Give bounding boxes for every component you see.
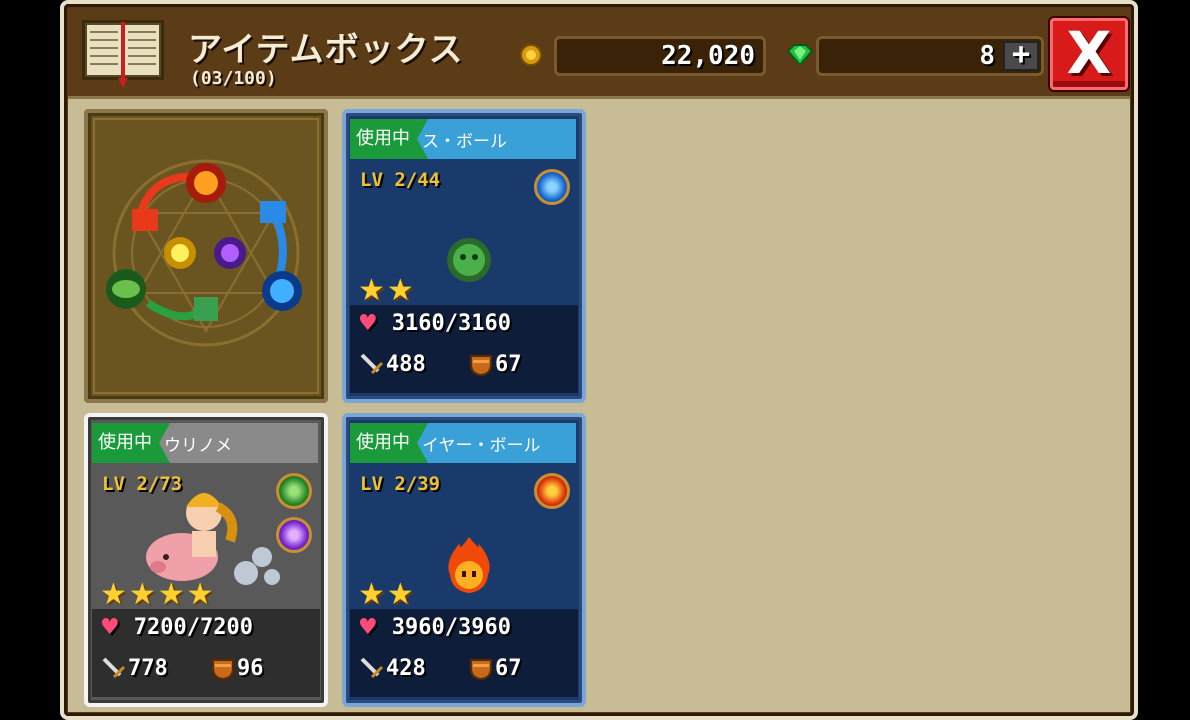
- monster-card[interactable]: ウリノメ 使用中 LV 2/73 ★★★★ ♥ 7200/7200 778 96: [84, 413, 328, 707]
- in-use-badge: 使用中: [350, 423, 428, 463]
- hp-value: 3960/3960: [391, 615, 511, 640]
- attack-defense-row: 778 96: [100, 655, 264, 681]
- defense-value: 96: [237, 656, 264, 681]
- header-bar: アイテムボックス (03/100) 22,020 8 + X: [68, 8, 1130, 96]
- attack-value: 488: [386, 352, 426, 377]
- attack-value: 778: [128, 656, 168, 681]
- element-affinity-chart: [84, 109, 328, 403]
- shield-icon: [212, 659, 234, 680]
- blue-fist-icon: [260, 201, 286, 223]
- monster-name: イヤー・ボール: [422, 436, 541, 456]
- heart-icon: ♥: [358, 311, 378, 336]
- card-name-bar: ス・ボール 使用中: [350, 119, 576, 159]
- hp-value: 7200/7200: [133, 615, 253, 640]
- card-stats: ♥ 3960/3960 428 67: [350, 609, 578, 697]
- shield-icon: [470, 659, 492, 680]
- card-name-bar: ウリノメ 使用中: [92, 423, 318, 463]
- sword-icon: [360, 657, 384, 679]
- shield-icon: [470, 355, 492, 376]
- hp-row: ♥ 3960/3960: [358, 615, 511, 640]
- book-icon: [82, 20, 164, 88]
- card-stats: ♥ 3160/3160 488 67: [350, 305, 578, 393]
- leaf-element-icon: [276, 473, 312, 509]
- heart-icon: ♥: [358, 615, 378, 640]
- monster-card[interactable]: イヤー・ボール 使用中 LV 2/39 ★★ ♥ 3960/3960 428 67: [342, 413, 586, 707]
- water-element-icon: [534, 169, 570, 205]
- sword-icon: [102, 657, 126, 679]
- page-title: アイテムボックス: [188, 30, 464, 70]
- red-fist-icon: [132, 209, 158, 231]
- gem-counter: 8 +: [816, 36, 1044, 76]
- gem-icon: [786, 44, 814, 66]
- hp-row: ♥ 7200/7200: [100, 615, 253, 640]
- dark-element-icon: [276, 517, 312, 553]
- monster-name: ウリノメ: [164, 436, 232, 456]
- sword-icon: [360, 353, 384, 375]
- coin-counter: 22,020: [554, 36, 766, 76]
- close-button[interactable]: X: [1050, 18, 1128, 90]
- hp-value: 3160/3160: [391, 311, 511, 336]
- rarity-stars: ★★★★: [100, 577, 216, 612]
- monster-card[interactable]: ス・ボール 使用中 LV 2/44 ★★ ♥ 3160/3160 488 67: [342, 109, 586, 403]
- monster-level: LV 2/73: [102, 473, 183, 495]
- item-capacity: (03/100): [190, 68, 277, 89]
- monster-sprite: [447, 238, 491, 282]
- add-gems-button[interactable]: +: [1003, 40, 1039, 71]
- heart-icon: ♥: [100, 615, 120, 640]
- attack-defense-row: 428 67: [358, 655, 522, 681]
- coin-amount: 22,020: [661, 41, 755, 71]
- attack-value: 428: [386, 656, 426, 681]
- coin-icon: [520, 44, 542, 66]
- monster-level: LV 2/39: [360, 473, 441, 495]
- defense-value: 67: [495, 656, 522, 681]
- fire-element-icon: [534, 473, 570, 509]
- attack-defense-row: 488 67: [358, 351, 522, 377]
- item-grid: ス・ボール 使用中 LV 2/44 ★★ ♥ 3160/3160 488 67: [68, 96, 1130, 712]
- hp-row: ♥ 3160/3160: [358, 311, 511, 336]
- in-use-badge: 使用中: [350, 119, 428, 159]
- rarity-stars: ★★: [358, 273, 416, 308]
- item-box-window: アイテムボックス (03/100) 22,020 8 + X ス・ボール 使用中…: [60, 0, 1138, 720]
- gem-amount: 8: [979, 41, 995, 71]
- green-fist-icon: [194, 297, 218, 321]
- card-name-bar: イヤー・ボール 使用中: [350, 423, 576, 463]
- element-circle-diagram: [93, 118, 319, 394]
- defense-value: 67: [495, 352, 522, 377]
- rarity-stars: ★★: [358, 577, 416, 612]
- card-stats: ♥ 7200/7200 778 96: [92, 609, 320, 697]
- in-use-badge: 使用中: [92, 423, 170, 463]
- monster-level: LV 2/44: [360, 169, 441, 191]
- monster-sprite: [448, 537, 490, 593]
- monster-name: ス・ボール: [422, 132, 507, 152]
